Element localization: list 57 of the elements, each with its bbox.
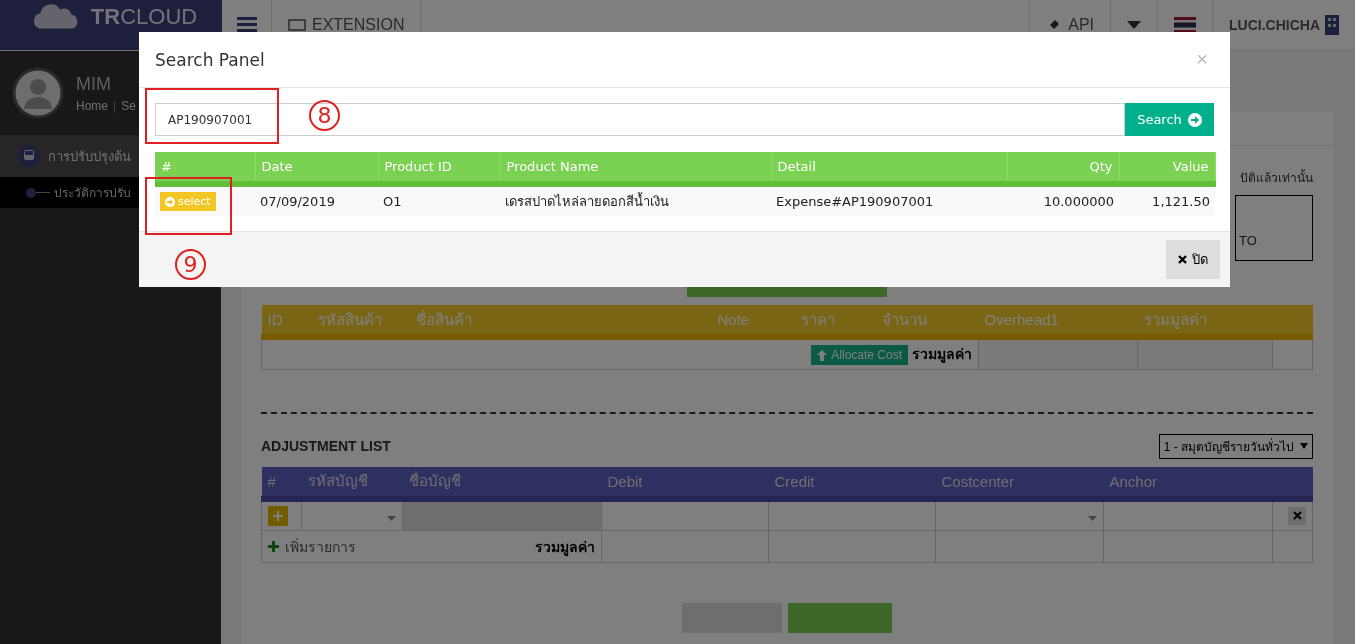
caret-icon: [387, 515, 396, 521]
building-icon: [1325, 15, 1339, 35]
breadcrumb-separator: |: [113, 98, 117, 113]
close-dialog-button[interactable]: ปิด: [1166, 240, 1220, 279]
close-button[interactable]: ×: [1190, 47, 1214, 72]
column-header: Value: [1119, 152, 1215, 184]
notice-text: ปัติแล้วเท่านั้น: [1240, 168, 1313, 187]
logo-text: TRCLOUD: [90, 4, 198, 30]
caret-icon: [1300, 443, 1308, 449]
column-header: จำนวน: [875, 305, 979, 337]
add-row-link[interactable]: เพิ่มรายการ: [268, 535, 356, 558]
close-icon: [1178, 255, 1187, 264]
step-number: 8: [309, 100, 340, 131]
journal-select[interactable]: 1 - สมุดบัญชีรายวันทั่วไป: [1158, 433, 1313, 459]
breadcrumb-link[interactable]: Se: [121, 98, 136, 113]
modal-title: Search Panel: [155, 49, 265, 70]
step-number: 9: [175, 249, 206, 280]
caret-icon: [1088, 515, 1097, 521]
column-header: Anchor: [1103, 466, 1273, 499]
bus-icon: [18, 145, 40, 167]
column-header: รหัสสินค้า: [311, 305, 410, 337]
arrow-circle-icon: [165, 196, 175, 207]
column-header: Note: [711, 305, 795, 337]
column-header: ID: [261, 305, 312, 337]
arrow-circle-icon: [1187, 112, 1202, 127]
total-label: รวมมูลค่า: [912, 346, 972, 363]
total-label: รวมมูลค่า: [535, 537, 595, 558]
plus-icon: [268, 541, 279, 552]
column-header: #: [261, 466, 302, 499]
column-header: Product ID: [378, 152, 500, 184]
sidebar-item-label: การปรับปรุงต้น: [48, 147, 131, 167]
column-header: Costcenter: [935, 466, 1104, 499]
section-title: ADJUSTMENT LIST: [261, 438, 391, 454]
user-name: MIM: [76, 73, 112, 95]
text-box: TO: [1235, 195, 1313, 261]
allocate-cost-button[interactable]: Allocate Cost: [811, 345, 908, 366]
column-header: Debit: [601, 466, 769, 499]
arrow-up-icon: [817, 349, 828, 361]
column-header: Date: [255, 152, 378, 184]
column-header: ราคา: [794, 305, 876, 337]
column-header: Detail: [771, 152, 1007, 184]
column-header: Product Name: [500, 152, 771, 184]
breadcrumb-link[interactable]: Home: [76, 98, 108, 113]
column-header: รวมมูลค่า: [1137, 305, 1273, 337]
column-header: Qty: [1007, 152, 1119, 184]
column-header: #: [155, 152, 255, 184]
column-header: ชื่อบัญชี: [402, 466, 602, 499]
close-icon: [1292, 511, 1302, 521]
avatar-icon: [12, 67, 64, 119]
plus-icon: [273, 510, 283, 521]
delete-row-button[interactable]: [1288, 506, 1306, 525]
search-button[interactable]: Search: [1125, 103, 1214, 136]
column-header: รหัสบัญชี: [301, 466, 403, 499]
column-header: Credit: [768, 466, 936, 499]
window-icon: [288, 19, 306, 31]
column-header: Overhead1: [978, 305, 1138, 337]
column-header: ชื่อสินค้า: [409, 305, 712, 337]
